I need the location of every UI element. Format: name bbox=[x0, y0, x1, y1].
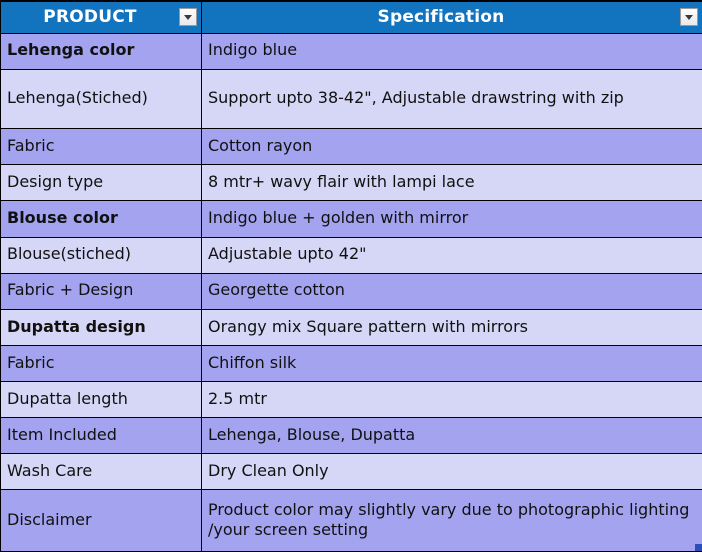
cell-product[interactable]: Fabric bbox=[0, 344, 202, 383]
cell-product[interactable]: Wash Care bbox=[0, 453, 202, 491]
cell-product[interactable]: Dupatta design bbox=[0, 308, 202, 346]
cell-product[interactable]: Blouse color bbox=[0, 200, 202, 238]
table-row[interactable]: Blouse color Indigo blue + golden with mi… bbox=[0, 200, 702, 238]
table-header: PRODUCT Specification bbox=[0, 0, 702, 34]
cell-specification[interactable]: Orangy mix Square pattern with mirrors bbox=[201, 308, 702, 346]
specification-filter-dropdown-button[interactable] bbox=[680, 8, 698, 27]
product-filter-dropdown-button[interactable] bbox=[179, 8, 197, 27]
table-row[interactable]: Fabric + Design Georgette cotton bbox=[0, 272, 702, 310]
table-row[interactable]: Item Included Lehenga, Blouse, Dupatta bbox=[0, 417, 702, 455]
table-row[interactable]: Design type 8 mtr+ wavy flair with lampi … bbox=[0, 164, 702, 202]
chevron-down-icon bbox=[685, 14, 693, 20]
column-header-specification: Specification bbox=[201, 0, 702, 34]
cell-specification[interactable]: Chiffon silk bbox=[201, 344, 702, 383]
cell-specification[interactable]: Indigo blue bbox=[201, 32, 702, 70]
cell-product[interactable]: Lehenga color bbox=[0, 32, 202, 70]
cell-product[interactable]: Blouse(stiched) bbox=[0, 236, 202, 274]
cell-specification[interactable]: 2.5 mtr bbox=[201, 380, 702, 419]
cell-specification[interactable]: Cotton rayon bbox=[201, 128, 702, 166]
column-header-product-label: PRODUCT bbox=[43, 7, 137, 28]
table-row[interactable]: Disclaimer Product color may slightly var… bbox=[0, 489, 702, 552]
cell-product[interactable]: Design type bbox=[0, 164, 202, 202]
table-row[interactable]: Dupatta length 2.5 mtr bbox=[0, 380, 702, 419]
cell-specification[interactable]: Dry Clean Only bbox=[201, 453, 702, 491]
cell-product[interactable]: Lehenga(Stiched) bbox=[0, 68, 202, 130]
cell-specification[interactable]: Indigo blue + golden with mirror bbox=[201, 200, 702, 238]
table-row[interactable]: Wash Care Dry Clean Only bbox=[0, 453, 702, 491]
cell-product[interactable]: Fabric + Design bbox=[0, 272, 202, 310]
selection-handle[interactable] bbox=[695, 544, 702, 551]
cell-specification[interactable]: Support upto 38-42", Adjustable drawstri… bbox=[201, 68, 702, 130]
table-row[interactable]: Fabric Cotton rayon bbox=[0, 128, 702, 166]
table-body: Lehenga color Indigo blue Lehenga(Stiched)… bbox=[0, 32, 702, 552]
table-row[interactable]: Dupatta design Orangy mix Square pattern … bbox=[0, 308, 702, 346]
cell-product[interactable]: Fabric bbox=[0, 128, 202, 166]
cell-specification[interactable]: Adjustable upto 42" bbox=[201, 236, 702, 274]
column-header-specification-label: Specification bbox=[377, 7, 505, 28]
cell-product[interactable]: Disclaimer bbox=[0, 489, 202, 552]
table-row[interactable]: Lehenga color Indigo blue bbox=[0, 32, 702, 70]
chevron-down-icon bbox=[184, 14, 192, 20]
cell-product[interactable]: Item Included bbox=[0, 417, 202, 455]
cell-specification[interactable]: Product color may slightly vary due to p… bbox=[201, 489, 702, 552]
table-row[interactable]: Fabric Chiffon silk bbox=[0, 344, 702, 383]
table-row[interactable]: Blouse(stiched) Adjustable upto 42" bbox=[0, 236, 702, 274]
cell-specification[interactable]: Lehenga, Blouse, Dupatta bbox=[201, 417, 702, 455]
cell-product[interactable]: Dupatta length bbox=[0, 380, 202, 419]
cell-specification[interactable]: 8 mtr+ wavy flair with lampi lace bbox=[201, 164, 702, 202]
column-header-product: PRODUCT bbox=[0, 0, 202, 34]
product-specification-table: PRODUCT Specification Lehenga color Indig… bbox=[0, 0, 702, 552]
table-row[interactable]: Lehenga(Stiched) Support upto 38-42", Adj… bbox=[0, 68, 702, 130]
header-row: PRODUCT Specification bbox=[0, 0, 702, 34]
cell-specification[interactable]: Georgette cotton bbox=[201, 272, 702, 310]
